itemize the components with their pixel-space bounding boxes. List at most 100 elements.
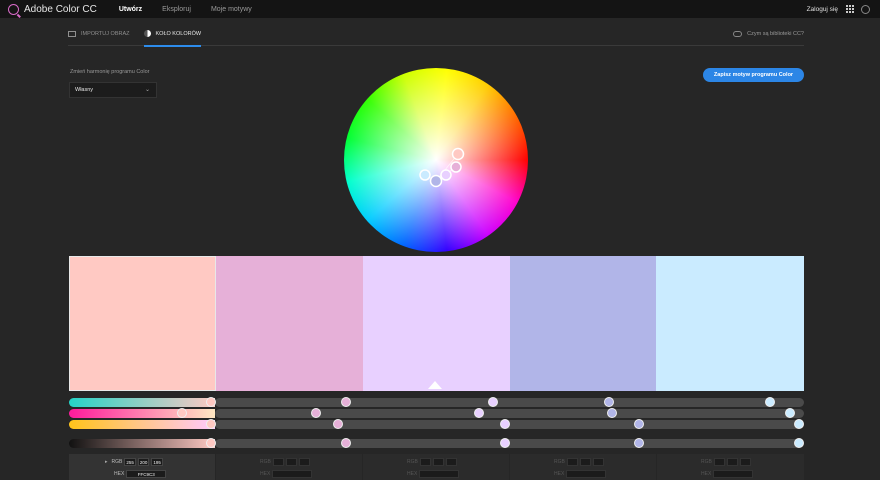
slider-knob[interactable] [607,408,617,418]
rgb-row: ▸ RGB 255 200 195 [105,458,163,466]
creative-cloud-icon[interactable] [861,4,870,14]
tab-import-image-label: IMPORTUJ OBRAZ [81,30,130,37]
wheel-handle[interactable] [450,161,462,173]
color-swatches [69,256,804,391]
slider-knob[interactable] [341,438,351,448]
values-swatch-1: ▸ RGB 255 200 195 HEX FFC9C3 [69,454,215,480]
rgb-input[interactable] [432,458,444,466]
swatch-2[interactable] [216,256,363,391]
active-swatch-caret-icon [428,381,442,389]
swatch-1[interactable] [69,256,216,391]
hex-label: HEX [260,471,271,477]
color-values: ▸ RGB 255 200 195 HEX FFC9C3 RGB HEX RGB… [69,454,804,480]
hex-input[interactable] [272,470,313,478]
values-swatch-2: RGB HEX [216,454,362,480]
slider-knob[interactable] [206,419,216,429]
slider-knob[interactable] [794,419,804,429]
rgb-label: RGB [701,459,712,465]
rgb-input[interactable] [566,458,578,466]
rgb-b-input[interactable]: 195 [151,458,163,466]
harmony-selected-value: Własny [75,87,94,93]
rgb-input[interactable] [713,458,725,466]
hex-label: HEX [554,471,565,477]
slider-knob[interactable] [333,419,343,429]
rgb-input[interactable] [579,458,591,466]
image-icon [68,30,76,37]
slider-red[interactable] [69,398,804,407]
tab-color-wheel[interactable]: KOŁO KOLORÓW [143,22,202,47]
wheel-handle[interactable] [419,169,431,181]
save-theme-button[interactable]: Zapisz motyw programu Color [703,68,804,82]
rgb-input[interactable] [445,458,457,466]
wheel-handles [419,147,465,188]
slider-knob[interactable] [206,438,216,448]
adobe-color-logo-icon [8,3,19,15]
rgb-label: RGB [407,459,418,465]
rgb-input[interactable] [592,458,604,466]
swatch-5[interactable] [656,256,804,391]
tab-color-wheel-label: KOŁO KOLORÓW [155,30,202,37]
rgb-input[interactable] [285,458,297,466]
hex-input[interactable] [419,470,460,478]
harmony-dropdown[interactable]: Własny ⌄ [69,82,157,98]
app-logo[interactable]: Adobe Color CC [8,3,97,15]
login-link[interactable]: Zaloguj się [807,6,838,13]
hex-label: HEX [407,471,418,477]
slider-knob[interactable] [206,397,216,407]
chevron-down-icon: ⌄ [144,87,150,93]
apps-grid-icon[interactable] [846,5,854,13]
slider-knob[interactable] [634,438,644,448]
nav-create[interactable]: Utwórz [119,6,142,13]
values-swatch-3: RGB HEX [363,454,509,480]
color-wheel-icon [143,30,151,37]
values-swatch-4: RGB HEX [510,454,656,480]
slider-brightness[interactable] [69,439,804,448]
rgb-input[interactable] [419,458,431,466]
rgb-r-input[interactable]: 255 [124,458,136,466]
slider-knob[interactable] [794,438,804,448]
slider-blue[interactable] [69,420,804,429]
color-wheel[interactable] [344,68,528,252]
slider-knob[interactable] [500,438,510,448]
rgb-input[interactable] [298,458,310,466]
slider-knob[interactable] [341,397,351,407]
wheel-handle[interactable] [440,169,452,181]
cc-libraries-label: Czym są biblioteki CC? [747,31,804,37]
rgb-input[interactable] [726,458,738,466]
slider-knob[interactable] [604,397,614,407]
swatch-3[interactable] [363,256,510,391]
mode-tabs: IMPORTUJ OBRAZ KOŁO KOLORÓW Czym są bibl… [68,22,804,47]
rgb-input[interactable] [739,458,751,466]
slider-knob[interactable] [311,408,321,418]
values-swatch-5: RGB HEX [657,454,804,480]
hex-input[interactable]: FFC9C3 [126,470,167,478]
nav-my-themes[interactable]: Moje motywy [211,6,252,13]
slider-knob[interactable] [634,419,644,429]
rgb-g-input[interactable]: 200 [137,458,150,466]
slider-knob[interactable] [765,397,775,407]
harmony-label: Zmień harmonię programu Color [70,69,150,75]
rgb-label: RGB [111,459,123,465]
app-title: Adobe Color CC [24,3,97,15]
slider-knob[interactable] [488,397,498,407]
wheel-handle-base[interactable] [451,147,465,161]
wheel-handle[interactable] [429,174,443,188]
hex-row: HEX FFC9C3 [114,470,167,478]
cc-libraries-link[interactable]: Czym są biblioteki CC? [733,22,804,46]
swatch-4[interactable] [510,256,656,391]
cloud-icon [733,31,743,37]
rgb-input[interactable] [272,458,284,466]
top-bar: Adobe Color CC Utwórz Eksploruj Moje mot… [0,0,880,18]
expand-arrow-icon[interactable]: ▸ [105,459,108,465]
nav-explore[interactable]: Eksploruj [162,6,191,13]
main-nav: Utwórz Eksploruj Moje motywy [119,6,272,13]
hex-input[interactable] [713,470,754,478]
slider-knob[interactable] [474,408,484,418]
slider-knob[interactable] [500,419,510,429]
slider-knob[interactable] [785,408,795,418]
tab-import-image[interactable]: IMPORTUJ OBRAZ [68,22,130,46]
hex-input[interactable] [566,470,607,478]
rgb-label: RGB [554,459,565,465]
hex-label: HEX [701,471,712,477]
slider-knob[interactable] [177,408,187,418]
